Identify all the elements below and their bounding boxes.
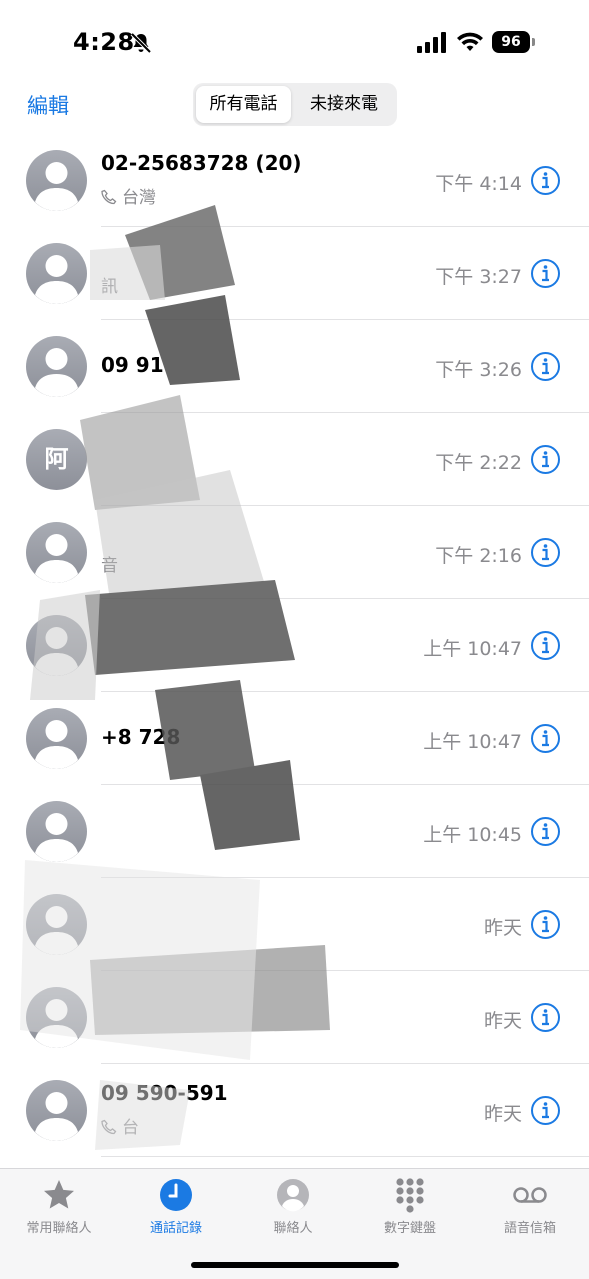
info-icon[interactable] xyxy=(530,630,561,661)
call-row[interactable]: 09 91 下午 3:26 xyxy=(0,320,589,413)
call-row[interactable]: +8 728 上午 10:47 xyxy=(0,692,589,785)
call-filter-segmented-control: 所有電話 未接來電 xyxy=(193,83,397,126)
call-time: 上午 10:47 xyxy=(423,638,522,660)
caller-name: 09 91 xyxy=(101,353,164,377)
call-time: 昨天 xyxy=(483,1103,522,1125)
call-time: 上午 10:45 xyxy=(423,824,522,846)
caller-name: +8 728 xyxy=(101,725,181,749)
call-row[interactable]: 02-25683728 (20) 台灣 下午 4:14 xyxy=(0,134,589,227)
tab-label: 通話記錄 xyxy=(149,1221,202,1236)
caller-location: 訊 xyxy=(101,272,118,297)
info-icon[interactable] xyxy=(530,1002,561,1033)
avatar xyxy=(26,150,87,211)
home-indicator xyxy=(191,1262,399,1268)
avatar xyxy=(26,894,87,955)
avatar xyxy=(26,1080,87,1141)
tab-contacts[interactable]: 聯絡人 xyxy=(238,1177,348,1236)
tab-label: 常用聯絡人 xyxy=(26,1221,92,1236)
avatar xyxy=(26,708,87,769)
call-row[interactable]: 上午 10:45 xyxy=(0,785,589,878)
call-time: 下午 2:22 xyxy=(435,452,522,474)
caller-name: 09 590-591 xyxy=(101,1081,228,1105)
battery-level: 96 xyxy=(492,31,530,53)
tab-voicemail[interactable]: 語音信箱 xyxy=(475,1177,585,1236)
person-circle-icon xyxy=(277,1179,309,1212)
avatar xyxy=(26,336,87,397)
tab-label: 數字鍵盤 xyxy=(383,1221,436,1236)
info-icon[interactable] xyxy=(530,351,561,382)
info-icon[interactable] xyxy=(530,165,561,196)
star-icon xyxy=(44,1180,74,1209)
caller-location-text: 訊 xyxy=(101,277,118,297)
edit-button[interactable]: 編輯 xyxy=(27,90,69,120)
status-time: 4:28 xyxy=(73,28,135,56)
tab-label: 語音信箱 xyxy=(503,1221,556,1236)
avatar: 阿 xyxy=(26,429,87,490)
call-row[interactable]: 訊 下午 3:27 xyxy=(0,227,589,320)
keypad-icon xyxy=(396,1178,424,1213)
tab-favorites[interactable]: 常用聯絡人 xyxy=(4,1177,114,1236)
call-row[interactable]: 昨天 xyxy=(0,878,589,971)
call-time: 下午 3:26 xyxy=(435,359,522,381)
info-icon[interactable] xyxy=(530,1095,561,1126)
info-icon[interactable] xyxy=(530,258,561,289)
avatar xyxy=(26,987,87,1048)
signal-icon xyxy=(417,32,446,53)
segment-missed-calls[interactable]: 未接來電 xyxy=(295,86,393,123)
call-time: 昨天 xyxy=(483,1010,522,1032)
segment-all-calls[interactable]: 所有電話 xyxy=(196,86,291,123)
caller-location-text: 台灣 xyxy=(122,188,156,208)
info-icon[interactable] xyxy=(530,723,561,754)
voicemail-icon xyxy=(513,1187,547,1203)
tab-keypad[interactable]: 數字鍵盤 xyxy=(355,1177,465,1236)
call-row[interactable]: 上午 10:47 xyxy=(0,599,589,692)
info-icon[interactable] xyxy=(530,537,561,568)
call-time: 下午 3:27 xyxy=(435,266,522,288)
call-row[interactable]: 音 下午 2:16 xyxy=(0,506,589,599)
call-time: 下午 4:14 xyxy=(435,173,522,195)
call-row[interactable]: 昨天 xyxy=(0,971,589,1064)
call-time: 下午 2:16 xyxy=(435,545,522,567)
wifi-icon xyxy=(457,32,483,51)
caller-name: 02-25683728 (20) xyxy=(101,151,302,175)
info-icon[interactable] xyxy=(530,909,561,940)
info-icon[interactable] xyxy=(530,444,561,475)
tab-recents[interactable]: 通話記錄 xyxy=(121,1177,231,1236)
caller-location-text: 台 xyxy=(122,1118,139,1138)
row-divider xyxy=(101,1156,589,1157)
battery-icon: 96 xyxy=(492,31,536,53)
caller-location: 台灣 xyxy=(101,183,156,208)
call-row[interactable]: 09 590-591 台 昨天 xyxy=(0,1064,589,1157)
avatar xyxy=(26,801,87,862)
call-time: 昨天 xyxy=(483,917,522,939)
bell-slash-icon xyxy=(130,32,152,54)
caller-location: 台 xyxy=(101,1113,139,1138)
caller-location-text: 音 xyxy=(101,556,118,576)
caller-location: 音 xyxy=(101,551,118,576)
call-time: 上午 10:47 xyxy=(423,731,522,753)
avatar xyxy=(26,243,87,304)
clock-icon xyxy=(160,1179,192,1211)
call-row[interactable]: 阿 下午 2:22 xyxy=(0,413,589,506)
avatar xyxy=(26,615,87,676)
status-bar: 4:28 96 xyxy=(0,0,589,80)
avatar xyxy=(26,522,87,583)
info-icon[interactable] xyxy=(530,816,561,847)
avatar-initial: 阿 xyxy=(44,445,69,473)
tab-label: 聯絡人 xyxy=(273,1221,313,1236)
